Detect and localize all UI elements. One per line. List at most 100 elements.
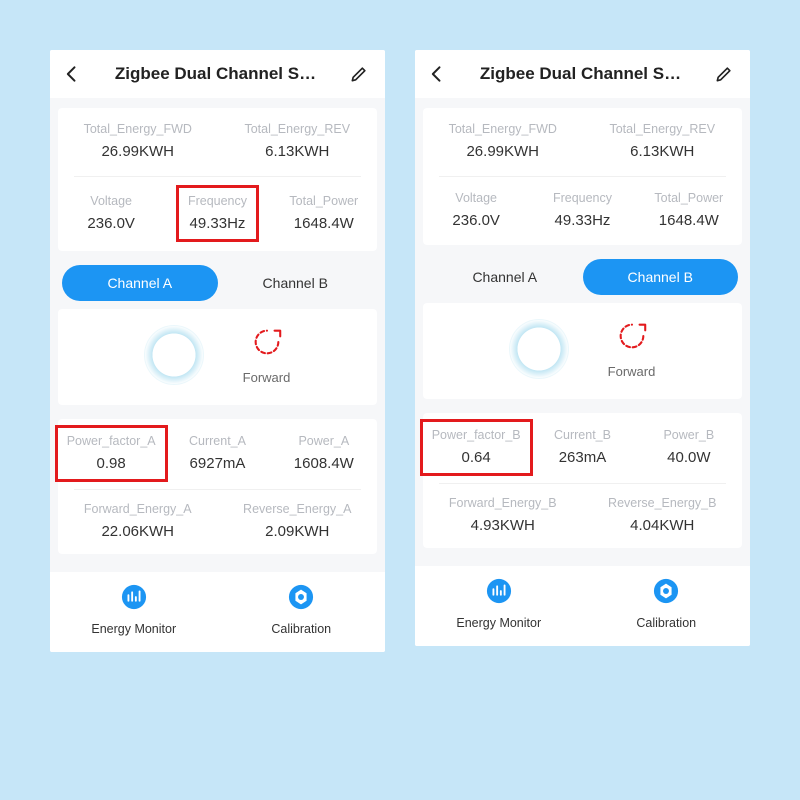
nav-label: Calibration xyxy=(636,616,696,630)
nav-energy-monitor[interactable]: Energy Monitor xyxy=(415,578,583,630)
metric-value: 26.99KWH xyxy=(466,143,539,160)
direction-label: Forward xyxy=(608,364,656,379)
total-power: Total_Power 1648.4W xyxy=(636,191,742,229)
metric-label: Current_B xyxy=(554,428,611,442)
switch-area: Forward xyxy=(58,309,377,405)
metric-value: 236.0V xyxy=(87,215,135,232)
nav-energy-monitor[interactable]: Energy Monitor xyxy=(50,584,218,636)
metric-label: Power_factor_A xyxy=(67,434,156,448)
nav-label: Energy Monitor xyxy=(456,616,541,630)
metric-label: Voltage xyxy=(455,191,497,205)
metric-value: 1608.4W xyxy=(294,455,354,472)
metric-value: 263mA xyxy=(559,449,607,466)
total-energy-rev: Total_Energy_REV 6.13KWH xyxy=(218,122,378,160)
power-factor: Power_factor_A 0.98 xyxy=(58,431,164,475)
metric-value: 0.64 xyxy=(462,449,491,466)
phone-left: Zigbee Dual Channel S… Total_Energy_FWD … xyxy=(50,50,385,652)
gear-icon xyxy=(653,578,679,609)
frequency: Frequency 49.33Hz xyxy=(164,191,270,235)
tab-channel-b[interactable]: Channel B xyxy=(583,259,739,295)
direction-indicator[interactable]: Forward xyxy=(243,325,291,385)
chart-icon xyxy=(121,584,147,615)
phone-right: Zigbee Dual Channel S… Total_Energy_FWD … xyxy=(415,50,750,646)
switch-area: Forward xyxy=(423,303,742,399)
tab-channel-b[interactable]: Channel B xyxy=(218,265,374,301)
metric-value: 49.33Hz xyxy=(190,215,246,232)
highlight-box: Power_factor_A 0.98 xyxy=(55,425,168,482)
energy-summary-card: Total_Energy_FWD 26.99KWH Total_Energy_R… xyxy=(423,108,742,245)
metric-value: 6.13KWH xyxy=(265,143,329,160)
metric-label: Power_A xyxy=(298,434,349,448)
forward-energy: Forward_Energy_A 22.06KWH xyxy=(58,502,218,540)
highlight-box: Power_factor_B 0.64 xyxy=(420,419,533,476)
back-icon[interactable] xyxy=(62,64,82,84)
page-title: Zigbee Dual Channel S… xyxy=(447,64,714,84)
metric-label: Reverse_Energy_B xyxy=(608,496,716,510)
forward-arrow-icon xyxy=(615,319,649,358)
nav-label: Energy Monitor xyxy=(91,622,176,636)
metric-value: 22.06KWH xyxy=(101,523,174,540)
total-energy-fwd: Total_Energy_FWD 26.99KWH xyxy=(423,122,583,160)
power: Power_A 1608.4W xyxy=(271,431,377,475)
power-dial[interactable] xyxy=(510,320,568,378)
direction-label: Forward xyxy=(243,370,291,385)
total-energy-rev: Total_Energy_REV 6.13KWH xyxy=(583,122,743,160)
metric-value: 6927mA xyxy=(190,455,246,472)
channel-tabs: Channel A Channel B xyxy=(58,265,377,301)
metric-value: 40.0W xyxy=(667,449,710,466)
bottom-nav: Energy Monitor Calibration xyxy=(50,572,385,652)
voltage: Voltage 236.0V xyxy=(423,191,529,229)
metric-label: Total_Power xyxy=(289,194,358,208)
metric-label: Current_A xyxy=(189,434,246,448)
metric-value: 236.0V xyxy=(452,212,500,229)
channel-metrics: Power_factor_B 0.64 Current_B 263mA Powe… xyxy=(423,413,742,548)
reverse-energy: Reverse_Energy_A 2.09KWH xyxy=(218,502,378,540)
current: Current_A 6927mA xyxy=(164,431,270,475)
total-power: Total_Power 1648.4W xyxy=(271,191,377,235)
metric-value: 26.99KWH xyxy=(101,143,174,160)
metric-value: 6.13KWH xyxy=(630,143,694,160)
metric-value: 2.09KWH xyxy=(265,523,329,540)
metric-label: Power_factor_B xyxy=(432,428,521,442)
nav-label: Calibration xyxy=(271,622,331,636)
titlebar: Zigbee Dual Channel S… xyxy=(50,50,385,98)
power-dial[interactable] xyxy=(145,326,203,384)
titlebar: Zigbee Dual Channel S… xyxy=(415,50,750,98)
metric-value: 49.33Hz xyxy=(555,212,611,229)
reverse-energy: Reverse_Energy_B 4.04KWH xyxy=(583,496,743,534)
channel-tabs: Channel A Channel B xyxy=(423,259,742,295)
gear-icon xyxy=(288,584,314,615)
frequency: Frequency 49.33Hz xyxy=(529,191,635,229)
tab-channel-a[interactable]: Channel A xyxy=(427,259,583,295)
edit-icon[interactable] xyxy=(714,64,734,84)
metric-label: Power_B xyxy=(663,428,714,442)
metric-value: 4.04KWH xyxy=(630,517,694,534)
power-factor: Power_factor_B 0.64 xyxy=(423,425,529,469)
metric-label: Total_Energy_REV xyxy=(609,122,715,136)
metric-label: Total_Power xyxy=(654,191,723,205)
metric-label: Frequency xyxy=(553,191,612,205)
forward-arrow-icon xyxy=(250,325,284,364)
bottom-nav: Energy Monitor Calibration xyxy=(415,566,750,646)
edit-icon[interactable] xyxy=(349,64,369,84)
metric-label: Frequency xyxy=(188,194,247,208)
power: Power_B 40.0W xyxy=(636,425,742,469)
direction-indicator[interactable]: Forward xyxy=(608,319,656,379)
metric-label: Total_Energy_FWD xyxy=(449,122,557,136)
metric-label: Forward_Energy_B xyxy=(449,496,557,510)
nav-calibration[interactable]: Calibration xyxy=(583,578,751,630)
metric-value: 1648.4W xyxy=(659,212,719,229)
channel-metrics: Power_factor_A 0.98 Current_A 6927mA Pow… xyxy=(58,419,377,554)
tab-channel-a[interactable]: Channel A xyxy=(62,265,218,301)
metric-value: 0.98 xyxy=(97,455,126,472)
back-icon[interactable] xyxy=(427,64,447,84)
metric-label: Forward_Energy_A xyxy=(84,502,192,516)
energy-summary-card: Total_Energy_FWD 26.99KWH Total_Energy_R… xyxy=(58,108,377,251)
page-title: Zigbee Dual Channel S… xyxy=(82,64,349,84)
metric-value: 4.93KWH xyxy=(471,517,535,534)
current: Current_B 263mA xyxy=(529,425,635,469)
total-energy-fwd: Total_Energy_FWD 26.99KWH xyxy=(58,122,218,160)
metric-label: Total_Energy_FWD xyxy=(84,122,192,136)
nav-calibration[interactable]: Calibration xyxy=(218,584,386,636)
highlight-box: Frequency 49.33Hz xyxy=(176,185,259,242)
